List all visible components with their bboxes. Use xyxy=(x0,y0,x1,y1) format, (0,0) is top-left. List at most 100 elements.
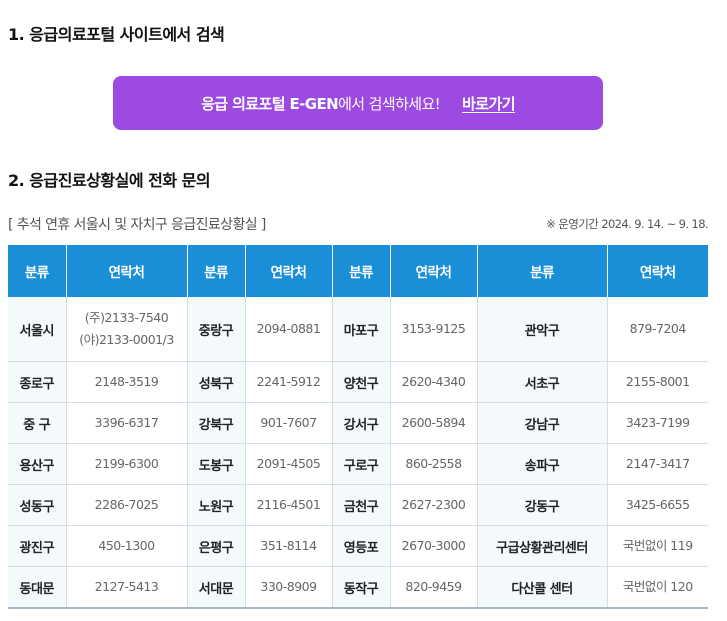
contact-number: 450-1300 xyxy=(66,525,188,567)
table-row: 서울시 (주)2133-7540 (야)2133-0001/3 중랑구 2094-088… xyxy=(8,297,708,362)
contact-number: 2147-3417 xyxy=(607,443,708,485)
contact-number: 2155-8001 xyxy=(607,361,708,403)
phone-number: 351-8114 xyxy=(260,538,317,553)
district-name: 종로구 xyxy=(8,361,67,403)
contact-number: 2148-3519 xyxy=(66,361,188,403)
header-contact: 연락처 xyxy=(390,245,478,297)
header-contact: 연락처 xyxy=(607,245,708,297)
phone-number: 820-9459 xyxy=(405,579,462,594)
phone-number: 2199-6300 xyxy=(94,456,159,471)
phone-number: 2091-4505 xyxy=(256,456,321,471)
header-category: 분류 xyxy=(332,245,391,297)
phone-number: 2620-4340 xyxy=(401,374,466,389)
contact-number: 2091-4505 xyxy=(245,443,333,485)
phone-number: 3396-6317 xyxy=(94,415,159,430)
banner-text: 에서 검색하세요! xyxy=(338,94,441,113)
district-name: 금천구 xyxy=(332,484,391,526)
banner-bold-text: 응급 의료포털 E-GEN xyxy=(201,94,339,113)
contact-number: 2286-7025 xyxy=(66,484,188,526)
contact-number: 820-9459 xyxy=(390,566,478,609)
phone-number: 3153-9125 xyxy=(401,321,466,336)
phone-number: 국번없이 120 xyxy=(622,579,693,594)
phone-number: 860-2558 xyxy=(405,456,462,471)
header-contact: 연락처 xyxy=(66,245,188,297)
contact-number: 2627-2300 xyxy=(390,484,478,526)
phone-number: 2127-5413 xyxy=(94,579,159,594)
phone-number: 2670-3000 xyxy=(401,538,466,553)
district-name: 서초구 xyxy=(477,361,608,403)
egen-banner: 응급 의료포털 E-GEN 에서 검색하세요! 바로가기 xyxy=(113,76,603,130)
district-name: 서대문 xyxy=(187,566,246,609)
phone-number: 2627-2300 xyxy=(401,497,466,512)
table-row: 광진구 450-1300 은평구 351-8114 영등포 2670-3000 구급상황관리… xyxy=(8,525,708,567)
phone-number: 국번없이 119 xyxy=(622,538,693,553)
district-name: 관악구 xyxy=(477,297,608,362)
phone-number: 2148-3519 xyxy=(94,374,159,389)
phone-number: 879-7204 xyxy=(629,321,687,336)
district-name: 용산구 xyxy=(8,443,67,485)
phone-number: 3425-6655 xyxy=(625,497,690,512)
phone-number: 2094-0881 xyxy=(256,321,321,336)
table-row: 종로구 2148-3519 성북구 2241-5912 양천구 2620-4340 서초구 2… xyxy=(8,361,708,403)
district-name: 광진구 xyxy=(8,525,67,567)
phone-number: 2241-5912 xyxy=(256,374,321,389)
phone-number: 3423-7199 xyxy=(625,415,690,430)
district-name: 은평구 xyxy=(187,525,246,567)
district-name: 성북구 xyxy=(187,361,246,403)
contact-number: 3425-6655 xyxy=(607,484,708,526)
contact-number: 2116-4501 xyxy=(245,484,333,526)
phone-number: 2286-7025 xyxy=(94,497,159,512)
contact-number: 901-7607 xyxy=(245,402,333,444)
header-contact: 연락처 xyxy=(245,245,333,297)
contact-number: 3423-7199 xyxy=(607,402,708,444)
phone-number: (주)2133-7540 xyxy=(84,310,169,325)
phone-number: 901-7607 xyxy=(260,415,317,430)
contact-number: 국번없이 119 xyxy=(607,525,708,567)
table-row: 성동구 2286-7025 노원구 2116-4501 금천구 2627-2300 강동구 3… xyxy=(8,484,708,526)
contact-number: 2127-5413 xyxy=(66,566,188,609)
phone-number: 2155-8001 xyxy=(625,374,690,389)
contact-number: 국번없이 120 xyxy=(607,566,708,609)
district-name: 노원구 xyxy=(187,484,246,526)
contact-number: 330-8909 xyxy=(245,566,333,609)
district-name: 서울시 xyxy=(8,297,67,362)
district-name: 구로구 xyxy=(332,443,391,485)
contact-number: 2620-4340 xyxy=(390,361,478,403)
section-2-title: 2. 응급진료상황실에 전화 문의 xyxy=(8,171,211,190)
district-name: 도봉구 xyxy=(187,443,246,485)
district-name: 양천구 xyxy=(332,361,391,403)
table-row: 중 구 3396-6317 강북구 901-7607 강서구 2600-5894 강남구 34… xyxy=(8,402,708,444)
contact-number: 879-7204 xyxy=(607,297,708,362)
table-row: 동대문 2127-5413 서대문 330-8909 동작구 820-9459 다산콜 센터… xyxy=(8,566,708,609)
operating-period: ※ 운영기간 2024. 9. 14. ~ 9. 18. xyxy=(546,217,708,231)
contact-number: 2241-5912 xyxy=(245,361,333,403)
district-name: 다산콜 센터 xyxy=(477,566,608,609)
phone-number: 330-8909 xyxy=(260,579,317,594)
district-name: 송파구 xyxy=(477,443,608,485)
district-name: 강북구 xyxy=(187,402,246,444)
phone-number: 450-1300 xyxy=(98,538,155,553)
table-caption: [ 추석 연휴 서울시 및 자치구 응급진료상황실 ] xyxy=(8,217,266,233)
district-name: 동대문 xyxy=(8,566,67,609)
header-category: 분류 xyxy=(8,245,67,297)
table-row: 용산구 2199-6300 도봉구 2091-4505 구로구 860-2558 송파구 21… xyxy=(8,443,708,485)
district-name: 영등포 xyxy=(332,525,391,567)
contact-number: 2094-0881 xyxy=(245,297,333,362)
header-category: 분류 xyxy=(187,245,246,297)
contact-number: (주)2133-7540 (야)2133-0001/3 xyxy=(66,297,188,362)
header-category: 분류 xyxy=(477,245,608,297)
district-name: 강서구 xyxy=(332,402,391,444)
phone-number: 2116-4501 xyxy=(256,497,321,512)
phone-number: (야)2133-0001/3 xyxy=(79,332,174,347)
section-1-title: 1. 응급의료포털 사이트에서 검색 xyxy=(8,25,225,44)
contact-number: 3153-9125 xyxy=(390,297,478,362)
phone-number: 2147-3417 xyxy=(625,456,690,471)
district-name: 구급상황관리센터 xyxy=(477,525,608,567)
contact-number: 3396-6317 xyxy=(66,402,188,444)
district-name: 중랑구 xyxy=(187,297,246,362)
contact-number: 2670-3000 xyxy=(390,525,478,567)
contact-number: 2600-5894 xyxy=(390,402,478,444)
district-name: 동작구 xyxy=(332,566,391,609)
go-link[interactable]: 바로가기 xyxy=(462,93,515,114)
district-name: 마포구 xyxy=(332,297,391,362)
